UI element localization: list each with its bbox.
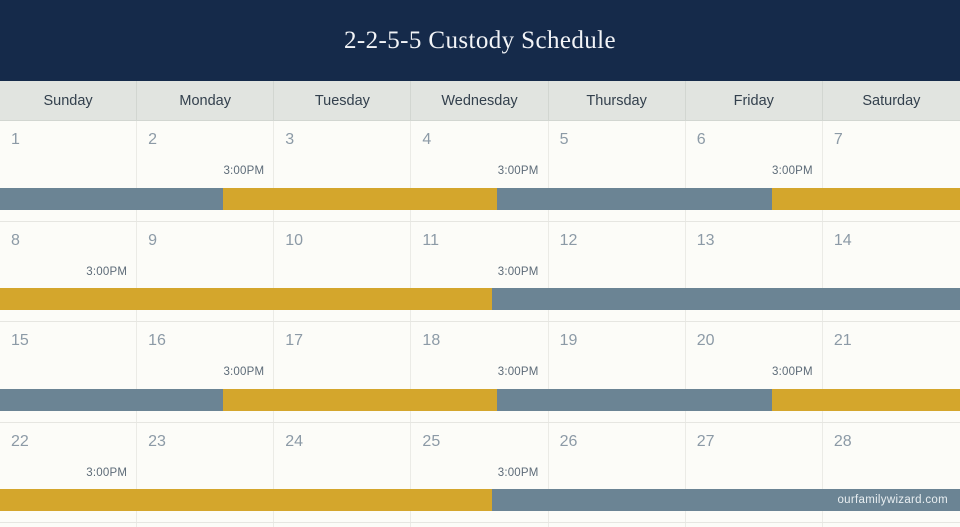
exchange-time-label: 3:00PM bbox=[86, 265, 128, 278]
day-number: 17 bbox=[285, 332, 304, 349]
page-title: 2-2-5-5 Custody Schedule bbox=[343, 26, 617, 54]
custody-bar-segment[interactable] bbox=[0, 288, 493, 310]
custody-bar-segment[interactable] bbox=[492, 288, 960, 310]
exchange-time-label: 3:00PM bbox=[497, 466, 539, 479]
day-number: 16 bbox=[148, 332, 166, 349]
day-number: 12 bbox=[559, 231, 578, 249]
week-row: 1 2 3:00PM 3 4 3:00PM 5 6 3:00PM 7 bbox=[0, 121, 960, 222]
exchange-time-label: 3:00PM bbox=[223, 165, 265, 177]
weekday-header-friday: Friday bbox=[686, 81, 823, 120]
week-row: 22 3:00PM 23 24 25 3:00PM 26 27 28 ourfamilywizar… bbox=[0, 422, 960, 523]
weekday-header-row: Sunday Monday Tuesday Wednesday Thursday Frid… bbox=[0, 81, 960, 121]
day-number: 21 bbox=[833, 332, 852, 349]
custody-bar-segment[interactable] bbox=[771, 388, 960, 411]
custody-bar-segment[interactable] bbox=[497, 388, 772, 411]
weeks-container: 1 2 3:00PM 3 4 3:00PM 5 6 3:00PM 7 8 3:00PM 9 10 11 3:0… bbox=[0, 121, 960, 527]
watermark: ourfamilywizard.com bbox=[837, 494, 948, 506]
custody-bar-segment[interactable] bbox=[497, 187, 772, 210]
day-number: 13 bbox=[696, 231, 715, 249]
exchange-time-label: 3:00PM bbox=[772, 165, 813, 177]
custody-bar-track-partial bbox=[0, 523, 960, 527]
custody-bar-segment[interactable] bbox=[0, 489, 493, 511]
day-number: 25 bbox=[422, 432, 441, 450]
day-number: 24 bbox=[285, 432, 304, 450]
custody-bar-track: ourfamilywizard.com bbox=[0, 489, 960, 511]
custody-bar-segment[interactable] bbox=[0, 388, 223, 411]
custody-bar-segment[interactable] bbox=[771, 187, 960, 210]
custody-bar-track bbox=[0, 288, 960, 310]
week-row bbox=[0, 523, 960, 527]
day-number: 3 bbox=[285, 131, 295, 148]
day-number: 10 bbox=[285, 231, 304, 249]
calendar-root: 2-2-5-5 Custody Schedule Sunday Monday Tue… bbox=[0, 0, 960, 527]
weekday-header-wednesday: Wednesday bbox=[411, 81, 549, 120]
day-number: 11 bbox=[422, 231, 440, 249]
weekday-header-tuesday: Tuesday bbox=[274, 81, 412, 120]
exchange-time-label: 3:00PM bbox=[86, 466, 128, 479]
custody-bar-segment[interactable] bbox=[222, 187, 498, 210]
day-number: 15 bbox=[11, 332, 29, 349]
title-bar: 2-2-5-5 Custody Schedule bbox=[0, 0, 960, 81]
day-number: 28 bbox=[833, 432, 852, 450]
day-number: 7 bbox=[833, 131, 843, 148]
week-row: 8 3:00PM 9 10 11 3:00PM 12 13 14 bbox=[0, 221, 960, 322]
day-number: 20 bbox=[696, 332, 715, 349]
day-number: 18 bbox=[422, 332, 441, 349]
week-row: 15 16 3:00PM 17 18 3:00PM 19 20 3:00PM 21 bbox=[0, 322, 960, 423]
weekday-header-saturday: Saturday bbox=[862, 92, 921, 109]
custody-bar-segment[interactable] bbox=[0, 187, 223, 210]
custody-bar-track bbox=[0, 388, 960, 411]
exchange-time-label: 3:00PM bbox=[497, 265, 539, 278]
exchange-time-label: 3:00PM bbox=[772, 366, 813, 378]
exchange-time-label: 3:00PM bbox=[497, 165, 539, 177]
day-number: 9 bbox=[148, 231, 158, 249]
day-number: 6 bbox=[696, 131, 706, 148]
custody-bar-track bbox=[0, 187, 960, 210]
day-number: 27 bbox=[696, 432, 715, 450]
day-number: 2 bbox=[148, 131, 158, 148]
custody-bar-segment[interactable] bbox=[222, 388, 498, 411]
day-number: 4 bbox=[422, 131, 432, 148]
day-number: 23 bbox=[148, 432, 166, 450]
day-number: 8 bbox=[11, 231, 20, 249]
exchange-time-label: 3:00PM bbox=[497, 366, 539, 378]
day-number: 1 bbox=[11, 131, 20, 148]
day-number: 19 bbox=[559, 332, 578, 349]
weekday-header-thursday: Thursday bbox=[549, 81, 686, 120]
day-number: 26 bbox=[559, 432, 578, 450]
weekday-header-sunday: Sunday bbox=[0, 81, 138, 120]
day-number: 22 bbox=[11, 432, 29, 450]
day-number: 5 bbox=[559, 131, 569, 148]
day-number: 14 bbox=[833, 231, 852, 249]
exchange-time-label: 3:00PM bbox=[223, 366, 265, 378]
weekday-header-monday: Monday bbox=[137, 81, 275, 120]
